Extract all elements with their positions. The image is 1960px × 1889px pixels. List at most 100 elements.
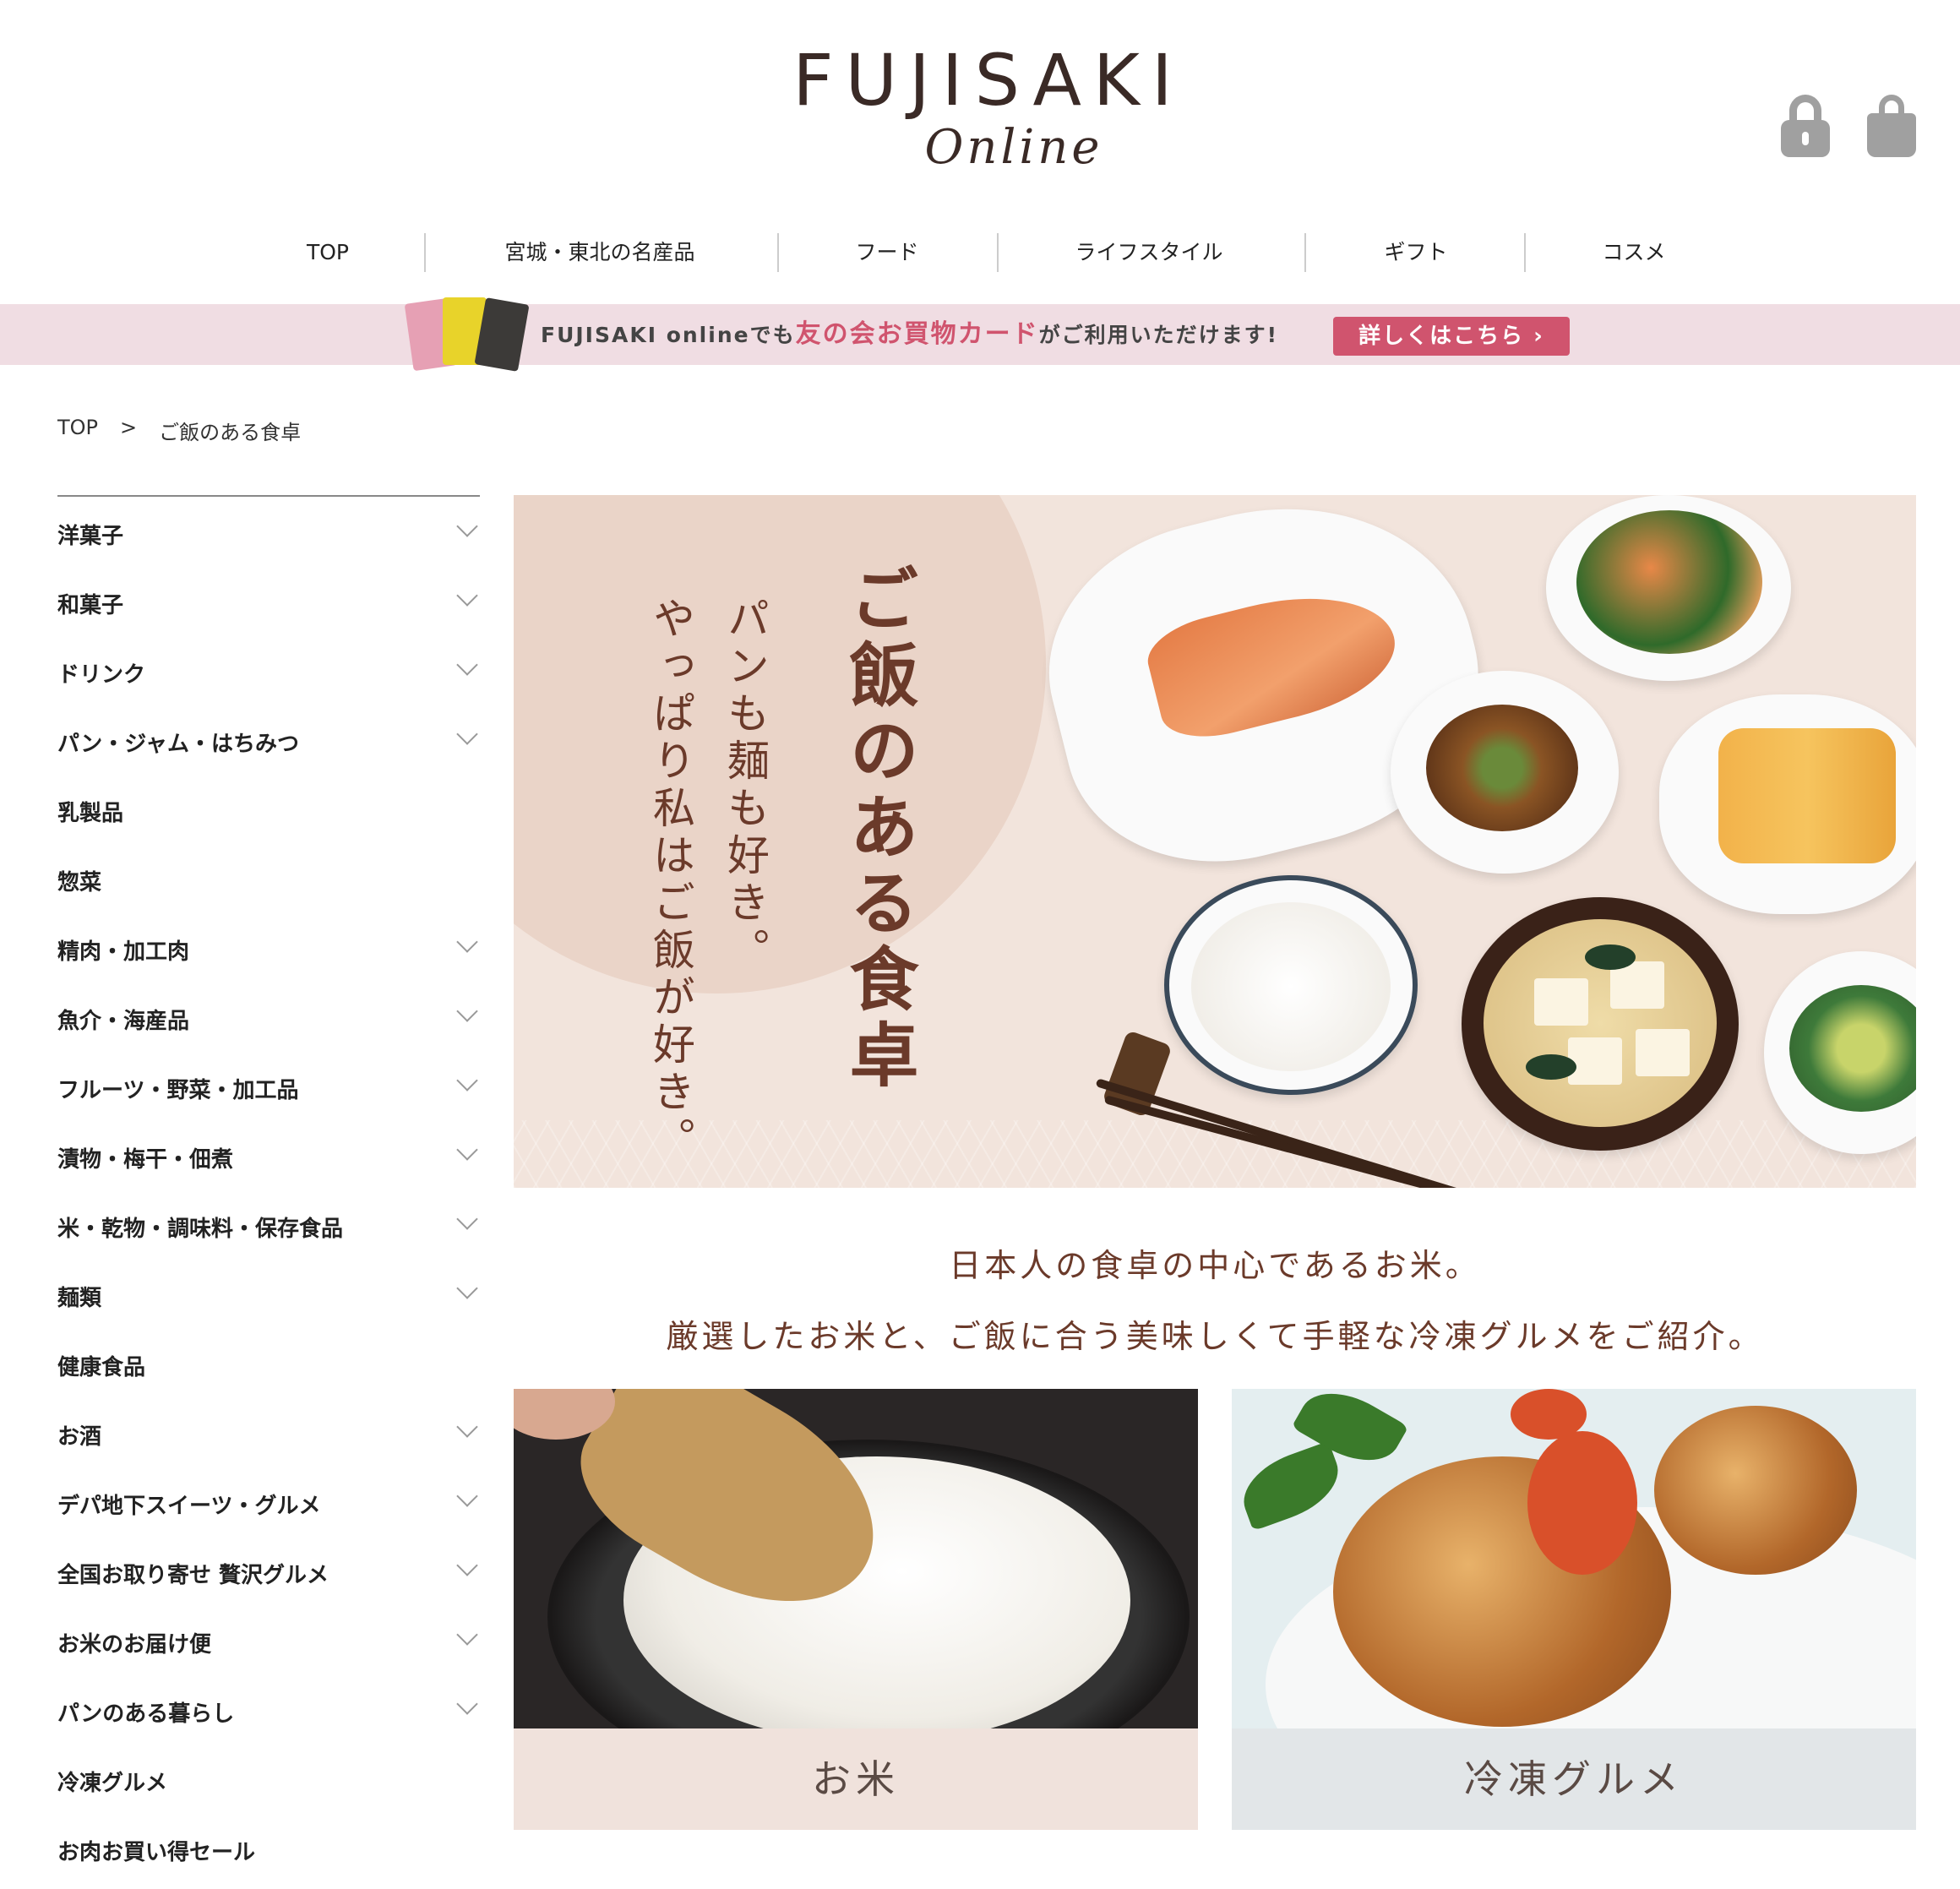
sidebar-item-fruit-veg[interactable]: フルーツ・野菜・加工品 — [57, 1051, 480, 1120]
sidebar-item-noodles[interactable]: 麺類 — [57, 1259, 480, 1328]
chevron-down-icon[interactable] — [456, 931, 478, 953]
sidebar-item-label: パンのある暮らし — [57, 1701, 235, 1727]
chevron-down-icon[interactable] — [456, 1624, 478, 1646]
sidebar-item-frozen[interactable]: 冷凍グルメ — [57, 1744, 480, 1813]
nav-divider — [424, 233, 426, 272]
sidebar-item-japanese-sweets[interactable]: 和菓子 — [57, 566, 480, 635]
greens-bowl-image — [1546, 495, 1791, 681]
sidebar-item-depachika[interactable]: デパ地下スイーツ・グルメ — [57, 1467, 480, 1536]
chevron-down-icon[interactable] — [456, 515, 478, 537]
category-sidebar: 洋菓子 和菓子 ドリンク パン・ジャム・はちみつ 乳製品 惣菜 精肉・加工肉 魚… — [57, 495, 480, 1882]
chevron-down-icon[interactable] — [456, 1070, 478, 1091]
nav-item-cosme[interactable]: コスメ — [1575, 230, 1693, 275]
sidebar-item-label: フルーツ・野菜・加工品 — [57, 1078, 299, 1103]
rice-bowl-image — [1164, 875, 1418, 1095]
chevron-down-icon[interactable] — [456, 1139, 478, 1161]
chevron-down-icon[interactable] — [456, 585, 478, 607]
tamagoyaki-plate-image — [1659, 694, 1916, 914]
site-logo[interactable]: FUJISAKI Online — [777, 39, 1200, 175]
sidebar-item-bread-jam[interactable]: パン・ジャム・はちみつ — [57, 705, 480, 774]
sidebar-item-label: ドリンク — [57, 662, 146, 688]
category-label-frozen: 冷凍グルメ — [1232, 1728, 1916, 1830]
banner-text-accent: 友の会お買物カード — [795, 319, 1039, 349]
nav-item-tohoku[interactable]: 宮城・東北の名産品 — [473, 230, 727, 275]
sidebar-item-dairy[interactable]: 乳製品 — [57, 774, 480, 843]
intro-line-1: 日本人の食卓の中心であるお米。 — [949, 1247, 1481, 1284]
sidebar-item-bread-life[interactable]: パンのある暮らし — [57, 1674, 480, 1744]
sidebar-item-deli[interactable]: 惣菜 — [57, 843, 480, 912]
nav-divider — [777, 233, 779, 272]
logo-wordmark: FUJISAKI — [792, 39, 1184, 122]
nav-item-gift[interactable]: ギフト — [1357, 230, 1475, 275]
nav-item-lifestyle[interactable]: ライフスタイル — [1048, 230, 1250, 275]
nav-divider — [1524, 233, 1526, 272]
sidebar-item-label: 麺類 — [57, 1286, 102, 1311]
nav-item-top[interactable]: TOP — [287, 230, 368, 275]
chevron-down-icon[interactable] — [456, 1208, 478, 1230]
breadcrumb-separator: > — [120, 416, 138, 439]
banner-details-button[interactable]: 詳しくはこちら › — [1333, 317, 1570, 356]
sidebar-item-rice-dry[interactable]: 米・乾物・調味料・保存食品 — [57, 1189, 480, 1259]
sidebar-item-label: 漬物・梅干・佃煮 — [57, 1147, 234, 1173]
breadcrumb: TOP > ご飯のある食卓 — [57, 416, 301, 445]
sidebar-item-rice-delivery[interactable]: お米のお届け便 — [57, 1605, 480, 1674]
category-card-frozen[interactable]: 冷凍グルメ — [1232, 1389, 1916, 1830]
chevron-down-icon[interactable] — [456, 1554, 478, 1576]
hero-subtitle-1: パンも麺も好き。 — [721, 596, 770, 975]
chevron-down-icon[interactable] — [456, 1693, 478, 1715]
category-card-rice[interactable]: お米 — [514, 1389, 1198, 1830]
breadcrumb-current: ご飯のある食卓 — [159, 421, 302, 444]
sidebar-item-label: デパ地下スイーツ・グルメ — [57, 1494, 321, 1519]
sidebar-item-health[interactable]: 健康食品 — [57, 1328, 480, 1397]
hero-banner: ご飯のある食卓 パンも麺も好き。 やっぱり私はご飯が好き。 — [514, 495, 1916, 1188]
sidebar-item-meat-sale[interactable]: お肉お買い得セール — [57, 1813, 480, 1882]
sidebar-item-meat[interactable]: 精肉・加工肉 — [57, 912, 480, 982]
sidebar-item-label: 和菓子 — [57, 593, 124, 618]
chevron-down-icon[interactable] — [456, 1277, 478, 1299]
promo-banner[interactable]: FUJISAKI onlineでも友の会お買物カードがご利用いただけます! 詳し… — [0, 297, 1960, 372]
chevron-down-icon[interactable] — [456, 723, 478, 745]
miso-soup-image — [1462, 897, 1739, 1151]
category-label-rice: お米 — [514, 1728, 1198, 1830]
hero-title: ご飯のある食卓 — [837, 563, 918, 1095]
sidebar-item-label: 全国お取り寄せ 贅沢グルメ — [57, 1563, 329, 1588]
intro-text: 日本人の食卓の中心であるお米。 厳選したお米と、ご飯に合う美味しくて手軽な冷凍グ… — [514, 1230, 1916, 1372]
sidebar-item-pickles[interactable]: 漬物・梅干・佃煮 — [57, 1120, 480, 1189]
sidebar-item-label: お酒 — [57, 1424, 102, 1450]
sidebar-item-label: 健康食品 — [57, 1355, 146, 1380]
logo-subtitle: Online — [924, 120, 1103, 175]
sidebar-item-label: 冷凍グルメ — [57, 1771, 168, 1796]
sidebar-item-label: 魚介・海産品 — [57, 1009, 190, 1034]
member-cards-image — [402, 294, 530, 372]
natto-bowl-image — [1391, 671, 1619, 874]
sidebar-item-label: 惣菜 — [57, 870, 102, 896]
chevron-down-icon[interactable] — [456, 1000, 478, 1022]
sidebar-item-drink[interactable]: ドリンク — [57, 635, 480, 705]
nav-divider — [997, 233, 999, 272]
sidebar-item-western-sweets[interactable]: 洋菓子 — [57, 497, 480, 566]
sidebar-item-label: 洋菓子 — [57, 524, 124, 549]
nav-divider — [1304, 233, 1306, 272]
nav-item-food[interactable]: フード — [828, 230, 946, 275]
lock-icon[interactable] — [1781, 95, 1830, 157]
chevron-down-icon[interactable] — [456, 654, 478, 676]
main-nav: TOP 宮城・東北の名産品 フード ライフスタイル ギフト コスメ — [0, 230, 1960, 275]
sidebar-item-alcohol[interactable]: お酒 — [57, 1397, 480, 1467]
sidebar-item-label: 米・乾物・調味料・保存食品 — [57, 1217, 344, 1242]
sidebar-item-national-gourmet[interactable]: 全国お取り寄せ 贅沢グルメ — [57, 1536, 480, 1605]
rice-pot-image — [514, 1389, 1198, 1728]
banner-text: FUJISAKI onlineでも友の会お買物カードがご利用いただけます! — [541, 304, 1278, 365]
intro-line-2: 厳選したお米と、ご飯に合う美味しくて手軽な冷凍グルメをご紹介。 — [666, 1318, 1764, 1355]
sidebar-item-label: 精肉・加工肉 — [57, 939, 190, 965]
sidebar-item-seafood[interactable]: 魚介・海産品 — [57, 982, 480, 1051]
header-icons — [1781, 95, 1916, 157]
banner-text-prefix: FUJISAKI onlineでも — [541, 323, 796, 347]
shopping-bag-icon[interactable] — [1867, 95, 1916, 157]
chevron-down-icon[interactable] — [456, 1485, 478, 1507]
chevron-down-icon[interactable] — [456, 1416, 478, 1438]
hero-decor-circle — [514, 495, 1046, 993]
breadcrumb-home[interactable]: TOP — [57, 416, 98, 445]
sidebar-item-label: パン・ジャム・はちみつ — [57, 732, 300, 757]
sidebar-item-label: お米のお届け便 — [57, 1632, 212, 1658]
hero-subtitle-2: やっぱり私はご飯が好き。 — [646, 596, 695, 1164]
